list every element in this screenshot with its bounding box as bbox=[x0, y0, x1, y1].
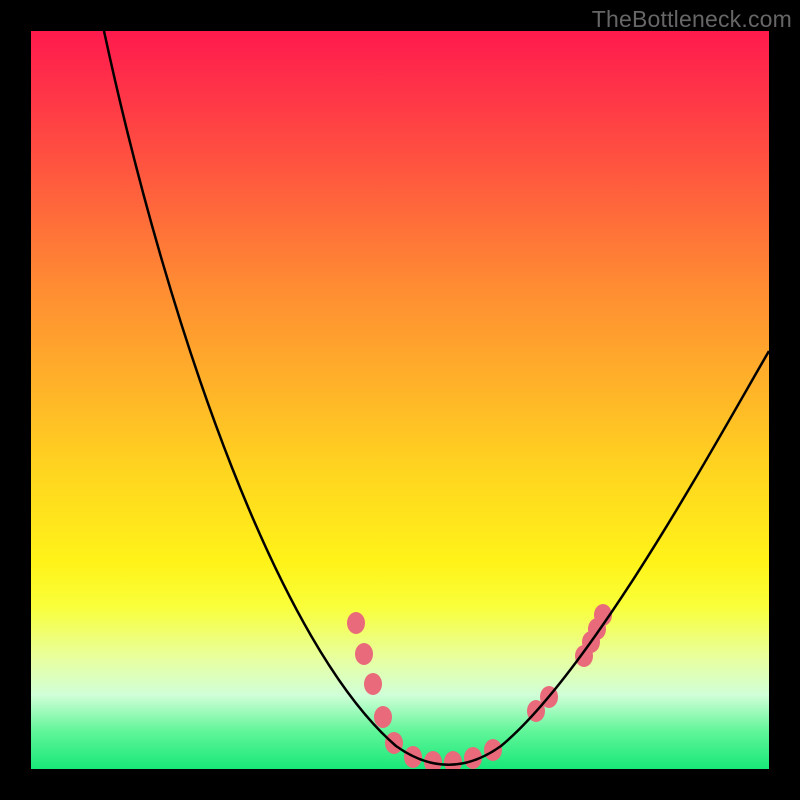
curve-marker bbox=[347, 612, 365, 634]
curve-marker bbox=[364, 673, 382, 695]
curve-svg bbox=[31, 31, 769, 769]
curve-marker bbox=[424, 751, 442, 769]
marker-group bbox=[347, 604, 612, 769]
plot-area bbox=[31, 31, 769, 769]
watermark-text: TheBottleneck.com bbox=[592, 6, 792, 33]
curve-marker bbox=[355, 643, 373, 665]
chart-frame: TheBottleneck.com bbox=[0, 0, 800, 800]
bottleneck-curve bbox=[104, 31, 769, 765]
curve-marker bbox=[444, 751, 462, 769]
curve-marker bbox=[374, 706, 392, 728]
